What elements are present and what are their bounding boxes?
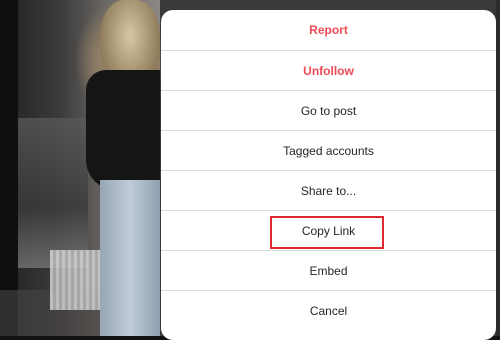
photo-basket (50, 250, 105, 310)
unfollow-label: Unfollow (303, 63, 354, 78)
copy-link-label: Copy Link (301, 223, 356, 238)
share-to-button[interactable]: Share to... (161, 170, 496, 210)
photo-clothes-rack (18, 118, 88, 268)
go-to-post-button[interactable]: Go to post (161, 90, 496, 130)
cancel-button[interactable]: Cancel (161, 290, 496, 330)
report-label: Report (309, 23, 348, 37)
embed-button[interactable]: Embed (161, 250, 496, 290)
report-button[interactable]: Report (161, 10, 496, 50)
tagged-accounts-label: Tagged accounts (283, 143, 374, 158)
unfollow-button[interactable]: Unfollow (161, 50, 496, 90)
photo-shadow-left (0, 0, 18, 336)
go-to-post-label: Go to post (300, 103, 357, 118)
tagged-accounts-button[interactable]: Tagged accounts (161, 130, 496, 170)
post-options-modal: Report Unfollow Go to post Tagged accoun… (161, 10, 496, 340)
photo-edge-right (496, 0, 500, 336)
embed-label: Embed (309, 263, 348, 278)
share-to-label: Share to... (300, 183, 357, 198)
photo-jeans (100, 180, 160, 336)
photo-torso (86, 70, 160, 190)
cancel-label: Cancel (309, 303, 348, 318)
copy-link-button[interactable]: Copy Link (161, 210, 496, 250)
